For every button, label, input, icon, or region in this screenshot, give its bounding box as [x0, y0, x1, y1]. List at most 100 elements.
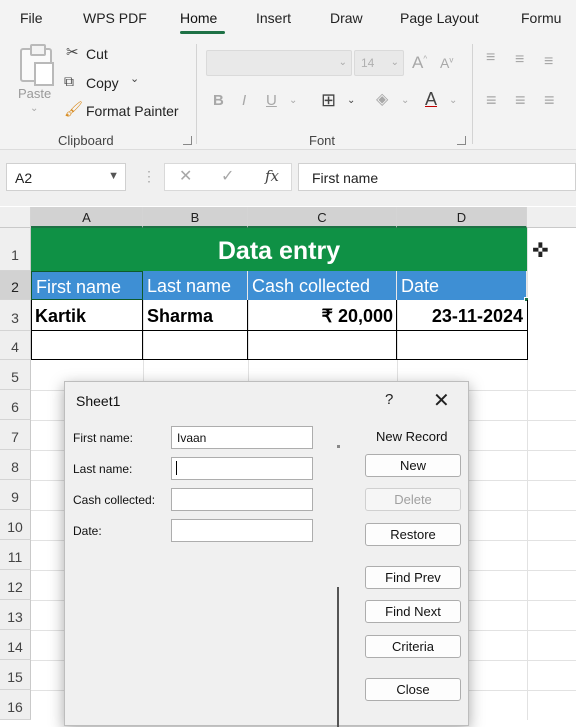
clipboard-launcher-icon[interactable]	[183, 136, 192, 145]
insert-function-icon[interactable]: fx	[265, 169, 279, 184]
cash-collected-field[interactable]	[171, 488, 313, 511]
row-header[interactable]: 10	[0, 510, 31, 540]
row-header[interactable]: 6	[0, 390, 31, 420]
row-header[interactable]: 11	[0, 540, 31, 570]
borders-dropdown-icon[interactable]: ⌄	[347, 96, 355, 106]
find-next-button[interactable]: Find Next	[365, 600, 461, 623]
font-color-dropdown-icon[interactable]: ⌄	[449, 96, 457, 106]
fill-color-dropdown-icon[interactable]: ⌄	[401, 96, 409, 106]
close-icon[interactable]: ✕	[433, 388, 450, 413]
font-launcher-icon[interactable]	[457, 136, 466, 145]
chevron-down-icon[interactable]: ▼	[108, 170, 119, 182]
font-size-value: 14	[361, 56, 375, 70]
more-options-icon[interactable]: ⋮	[142, 169, 156, 183]
header-cell-first-name[interactable]: First name	[31, 271, 143, 300]
align-middle-icon[interactable]: ≡	[515, 52, 524, 68]
formula-input[interactable]: First name	[298, 163, 576, 191]
increase-font-icon[interactable]: A^	[412, 54, 427, 71]
bold-icon[interactable]: B	[213, 93, 224, 108]
menu-formulas[interactable]: Formu	[521, 10, 561, 26]
first-name-field[interactable]	[171, 426, 313, 449]
format-painter-icon[interactable]: 🖌	[64, 102, 83, 117]
menu-wps-pdf[interactable]: WPS PDF	[83, 10, 147, 26]
row-header[interactable]: 1	[0, 228, 31, 271]
last-name-label: Last name:	[73, 462, 133, 476]
align-center-icon[interactable]: ≡	[515, 91, 526, 109]
italic-icon[interactable]: I	[242, 93, 246, 108]
header-cell-date[interactable]: Date	[397, 271, 527, 300]
paste-dropdown-icon[interactable]: ⌄	[30, 104, 38, 114]
paste-label[interactable]: Paste	[18, 86, 51, 101]
underline-icon[interactable]: U	[266, 93, 277, 108]
align-top-icon[interactable]: ≡	[486, 50, 495, 66]
row-header[interactable]: 5	[0, 360, 31, 390]
table-border	[247, 300, 248, 360]
date-field[interactable]	[171, 519, 313, 542]
new-button[interactable]: New	[365, 454, 461, 477]
row-header[interactable]: 15	[0, 660, 31, 690]
format-painter-button[interactable]: Format Painter	[86, 103, 179, 119]
col-header-d[interactable]: D	[397, 207, 527, 228]
row-header[interactable]: 8	[0, 450, 31, 480]
column-headers: A B C D	[0, 207, 576, 228]
row-header[interactable]: 2	[0, 271, 31, 300]
delete-button[interactable]: Delete	[365, 488, 461, 511]
scrollbar-mark	[337, 445, 340, 448]
header-cell-last-name[interactable]: Last name	[143, 271, 248, 300]
menu-insert[interactable]: Insert	[256, 10, 291, 26]
help-icon[interactable]: ?	[385, 391, 393, 408]
active-tab-indicator	[180, 31, 225, 34]
cut-button[interactable]: Cut	[86, 46, 108, 62]
col-header-b[interactable]: B	[143, 207, 248, 228]
copy-dropdown-icon[interactable]: ⌄	[130, 74, 139, 85]
scrollbar[interactable]	[337, 587, 339, 727]
align-left-icon[interactable]: ≡	[486, 91, 497, 109]
menu-file[interactable]: File	[20, 10, 43, 26]
menu-home[interactable]: Home	[180, 10, 217, 26]
row-header[interactable]: 4	[0, 331, 31, 360]
font-size-combo[interactable]: 14 ⌄	[354, 50, 404, 76]
row-header[interactable]: 13	[0, 600, 31, 630]
col-header-c[interactable]: C	[248, 207, 397, 228]
cut-icon[interactable]: ✂	[66, 45, 79, 60]
row-header[interactable]: 14	[0, 630, 31, 660]
row-header[interactable]: 3	[0, 300, 31, 331]
last-name-field[interactable]	[171, 457, 313, 480]
font-name-combo[interactable]: ⌄	[206, 50, 352, 76]
record-status: New Record	[376, 429, 448, 444]
close-button[interactable]: Close	[365, 678, 461, 701]
header-cell-cash-collected[interactable]: Cash collected	[248, 271, 397, 300]
align-bottom-icon[interactable]: ≡	[544, 54, 553, 70]
font-color-icon[interactable]: A	[425, 90, 437, 108]
menu-bar: File WPS PDF Home Insert Draw Page Layou…	[0, 0, 576, 36]
decrease-font-icon[interactable]: Av	[440, 56, 453, 70]
fill-color-icon[interactable]: ◈	[376, 92, 388, 108]
criteria-button[interactable]: Criteria	[365, 635, 461, 658]
copy-button[interactable]: Copy	[86, 75, 119, 91]
cancel-icon[interactable]: ✕	[179, 169, 192, 185]
restore-button[interactable]: Restore	[365, 523, 461, 546]
row-header[interactable]: 7	[0, 420, 31, 450]
formula-content: First name	[312, 170, 379, 186]
name-box[interactable]: A2 ▼	[6, 163, 126, 191]
table-border	[31, 330, 528, 331]
align-right-icon[interactable]: ≡	[544, 91, 555, 109]
cell-cursor-icon: ✜	[532, 240, 549, 262]
dialog-title: Sheet1	[76, 393, 121, 409]
find-prev-button[interactable]: Find Prev	[365, 566, 461, 589]
menu-page-layout[interactable]: Page Layout	[400, 10, 479, 26]
underline-dropdown-icon[interactable]: ⌄	[289, 96, 297, 106]
row-header[interactable]: 12	[0, 570, 31, 600]
select-all-corner[interactable]	[0, 207, 31, 228]
row-header[interactable]: 16	[0, 690, 31, 720]
col-header-a[interactable]: A	[31, 207, 143, 228]
data-form-dialog: Sheet1 ? ✕ First name: Last name: Cash c…	[64, 381, 469, 727]
menu-draw[interactable]: Draw	[330, 10, 363, 26]
row-header[interactable]: 9	[0, 480, 31, 510]
title-cell[interactable]: Data entry	[31, 228, 527, 271]
borders-icon[interactable]: ⊞	[321, 91, 336, 109]
first-name-label: First name:	[73, 431, 134, 445]
paste-icon[interactable]	[20, 44, 54, 86]
copy-icon[interactable]: ⧉	[64, 74, 74, 88]
enter-icon[interactable]: ✓	[221, 169, 234, 185]
